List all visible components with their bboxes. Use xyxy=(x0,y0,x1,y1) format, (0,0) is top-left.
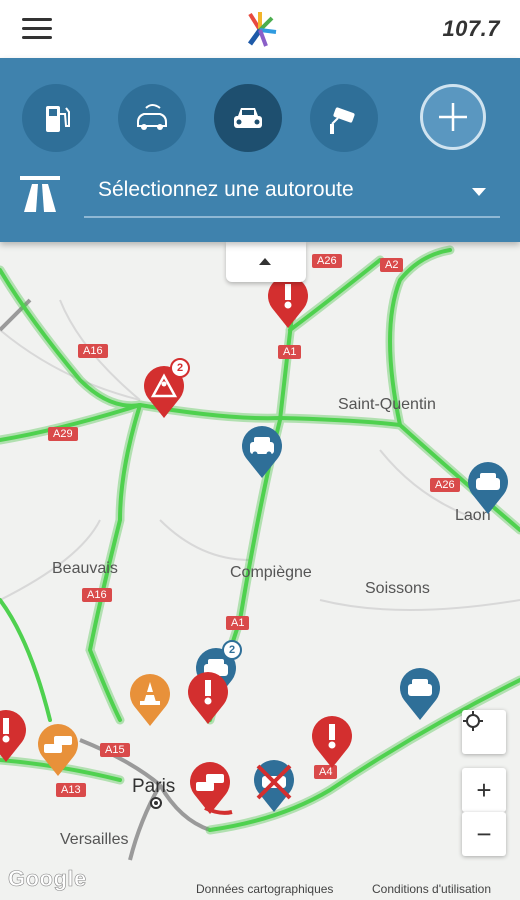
menu-button[interactable] xyxy=(22,16,54,42)
traffic-jam-icon xyxy=(190,762,230,814)
traffic-jam-icon xyxy=(38,724,78,776)
filter-electric-button[interactable] xyxy=(118,84,186,152)
place-label: Saint-Quentin xyxy=(338,396,436,413)
road-shield: A13 xyxy=(56,783,86,797)
warning-icon xyxy=(268,276,308,328)
warning-icon xyxy=(312,716,352,768)
place-label: Beauvais xyxy=(52,560,118,577)
count-badge: 2 xyxy=(222,640,242,660)
traffic-pin[interactable] xyxy=(398,666,442,722)
warning-icon xyxy=(0,710,26,762)
plus-icon xyxy=(439,103,467,131)
chevron-down-icon xyxy=(472,188,486,196)
radio-frequency: 107.7 xyxy=(442,16,500,41)
warning-icon xyxy=(188,672,228,724)
car-icon xyxy=(468,462,508,514)
road-shield: A26 xyxy=(430,478,460,492)
traffic-cone-icon xyxy=(130,674,170,726)
terms-link[interactable]: Conditions d'utilisation xyxy=(372,882,491,896)
roadworks-pin[interactable]: 2 xyxy=(142,358,190,420)
place-label: Compiègne xyxy=(230,564,312,581)
alert-pin[interactable] xyxy=(310,714,354,770)
chevron-up-icon xyxy=(259,258,271,265)
count-badge: 2 xyxy=(170,358,190,378)
electric-car-icon xyxy=(137,104,167,130)
roadwork-cone-pin[interactable] xyxy=(128,672,172,728)
car-icon xyxy=(242,426,282,478)
highway-icon xyxy=(20,176,60,212)
locate-button[interactable] xyxy=(462,710,506,754)
road-closed-pin[interactable] xyxy=(252,758,296,814)
filter-cameras-button[interactable] xyxy=(310,84,378,152)
traffic-pin[interactable] xyxy=(240,424,284,480)
traffic-pin[interactable] xyxy=(466,460,510,516)
alert-pin[interactable] xyxy=(186,670,230,726)
place-label: Versailles xyxy=(60,831,129,848)
road-shield: A29 xyxy=(48,427,78,441)
alert-pin[interactable] xyxy=(266,274,310,330)
map-data-credit[interactable]: Données cartographiques xyxy=(196,882,333,896)
place-label: Soissons xyxy=(365,580,430,597)
camera-icon xyxy=(330,107,355,134)
brand-logo-icon xyxy=(247,12,277,47)
car-icon xyxy=(234,108,262,128)
app-header: 107.7 xyxy=(0,0,520,58)
add-filter-button[interactable] xyxy=(420,84,486,150)
hamburger-icon xyxy=(22,18,52,21)
map-view[interactable]: Saint-Quentin Laon Beauvais Compiègne So… xyxy=(0,242,520,900)
place-label: Paris xyxy=(132,776,176,797)
road-shield: A16 xyxy=(78,344,108,358)
zoom-in-button[interactable]: + xyxy=(462,768,506,812)
road-shield: A1 xyxy=(226,616,250,630)
jam-pin[interactable] xyxy=(36,722,80,778)
road-closed-icon xyxy=(254,760,294,812)
road-shield: A1 xyxy=(278,345,302,359)
filter-fuel-button[interactable] xyxy=(22,84,90,152)
filter-traffic-button[interactable] xyxy=(214,84,282,152)
car-icon xyxy=(400,668,440,720)
highway-select[interactable]: Sélectionnez une autoroute xyxy=(84,170,500,218)
fuel-pump-icon xyxy=(46,106,70,132)
road-shield: A16 xyxy=(82,588,112,602)
locate-icon xyxy=(463,711,483,731)
zoom-out-button[interactable]: − xyxy=(462,812,506,856)
filter-panel: Sélectionnez une autoroute xyxy=(0,58,520,242)
alert-pin[interactable] xyxy=(0,708,28,764)
app-root: Saint-Quentin Laon Beauvais Compiègne So… xyxy=(0,0,520,900)
jam-pin[interactable] xyxy=(188,760,232,816)
collapse-panel-button[interactable] xyxy=(226,242,306,282)
google-logo: Google xyxy=(8,866,87,892)
road-shield: A15 xyxy=(100,743,130,757)
highway-select-label: Sélectionnez une autoroute xyxy=(98,178,354,201)
road-shield: A26 xyxy=(312,254,342,268)
road-shield: A2 xyxy=(380,258,404,272)
